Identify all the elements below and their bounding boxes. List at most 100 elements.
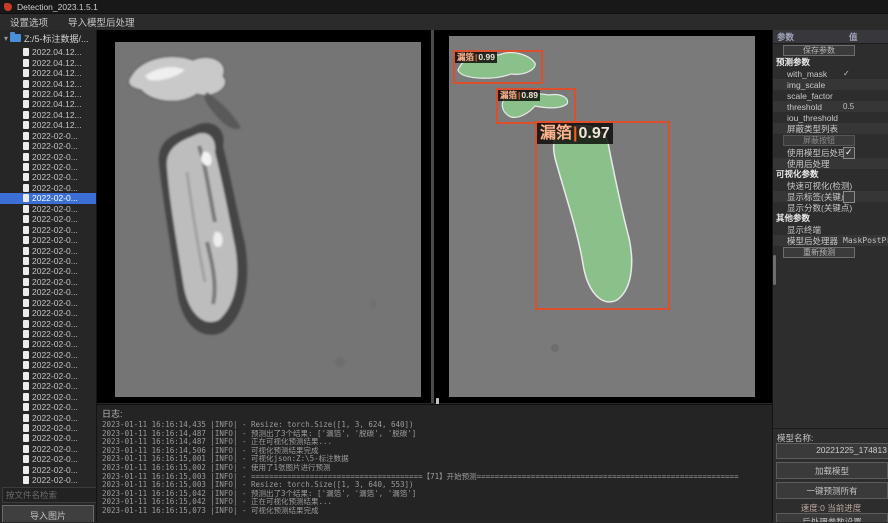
tree-item[interactable]: 2022-02-0... [0,412,96,422]
file-icon [23,361,29,369]
file-icon [23,100,29,108]
row-show-labels-keypoints-value[interactable] [843,191,855,203]
log-title: 日志: [97,405,772,421]
tree-item[interactable]: 2022-02-0... [0,172,96,182]
row-iou-threshold-label: iou_threshold [773,113,838,123]
file-icon [23,393,29,401]
row-iou-threshold[interactable]: iou_threshold [773,112,888,123]
row-show-terminal[interactable]: 显示终端 [773,224,888,235]
tree-item[interactable]: 2022-02-0... [0,391,96,401]
tree-item[interactable]: 2022-02-0... [0,235,96,245]
load-model-button[interactable]: 加载模型 [776,462,888,479]
tree-item[interactable]: 2022-02-0... [0,454,96,464]
file-sidebar: ▾ Z:/5-标注数据/... 2022.04.12...2022.04.12.… [0,30,97,522]
row-scale-factor[interactable]: scale_factor [773,90,888,101]
tree-item[interactable]: 2022-02-0... [0,350,96,360]
tree-item[interactable]: 2022-02-0... [0,465,96,475]
menu-import-model-postprocess[interactable]: 导入模型后处理 [58,15,145,29]
repredict-button[interactable]: 重新预测 [783,247,855,258]
tree-item[interactable]: 2022-02-0... [0,266,96,276]
row-img-scale[interactable]: img_scale [773,79,888,90]
label-separator: | [573,125,577,142]
file-icon [23,132,29,140]
tree-item[interactable]: 2022.04.12... [0,47,96,57]
tree-item[interactable]: 2022-02-0... [0,256,96,266]
menu-settings-options[interactable]: 设置选项 [0,15,58,29]
section-other-params: 其他参数 [773,213,888,224]
tree-item[interactable]: 2022.04.12... [0,120,96,130]
tree-item-label: 2022.04.12... [32,110,82,120]
tree-item[interactable]: 2022-02-0... [0,444,96,454]
detection-label: 漏箔|0.89 [498,90,540,101]
tree-item[interactable]: 2022-02-0... [0,381,96,391]
tree-item[interactable]: 2022-02-0... [0,433,96,443]
tree-item[interactable]: 2022.04.12... [0,68,96,78]
detection-box: 漏箔|0.97 [535,121,670,310]
tree-item[interactable]: 2022-02-0... [0,131,96,141]
file-icon [23,80,29,88]
row-threshold[interactable]: threshold0.5 [773,101,888,112]
row-use-model-postprocess-checkbox[interactable] [843,147,855,159]
model-name-field[interactable]: 20221225_174813 [776,443,888,459]
file-icon [23,153,29,161]
predict-all-button[interactable]: 一键预测所有 [776,482,888,499]
prediction-image-panel[interactable]: 漏箔|0.99 漏箔|0.89 漏箔|0.97 [449,36,755,397]
import-images-button[interactable]: 导入图片 [2,505,94,522]
tree-root[interactable]: ▾ Z:/5-标注数据/... [0,30,96,46]
tree-item-label: 2022.04.12... [32,99,82,109]
file-icon [23,121,29,129]
tree-item[interactable]: 2022-02-0... [0,151,96,161]
tree-item[interactable]: 2022-02-0... [0,287,96,297]
tree-item[interactable]: 2022-02-0... [0,339,96,349]
tree-item[interactable]: 2022-02-0... [0,183,96,193]
tree-item[interactable]: 2022.04.12... [0,57,96,67]
filename-search-input[interactable] [2,487,97,503]
tree-item[interactable]: 2022.04.12... [0,78,96,88]
tree-item[interactable]: 2022-02-0... [0,214,96,224]
tree-item[interactable]: 2022-02-0... [0,277,96,287]
tree-item-label: 2022-02-0... [32,256,78,266]
tree-item[interactable]: 2022-02-0... [0,423,96,433]
tree-item[interactable]: 2022-02-0... [0,308,96,318]
tree-item-label: 2022-02-0... [32,183,78,193]
params-scrollbar[interactable] [773,255,776,285]
tree-item-label: 2022-02-0... [32,141,78,151]
tree-item[interactable]: 2022-02-0... [0,318,96,328]
mask-button[interactable]: 屏蔽按钮 [783,135,855,146]
row-show-labels-keypoints[interactable]: 显示标签(关键点) [773,191,888,202]
row-use-postprocess[interactable]: 使用后处理 [773,158,888,169]
tree-item[interactable]: 2022-02-0... [0,402,96,412]
tree-item-label: 2022-02-0... [32,381,78,391]
tree-item[interactable]: 2022.04.12... [0,110,96,120]
row-mask-type-list-label: 屏蔽类型列表 [773,123,838,135]
tree-item[interactable]: 2022-02-0... [0,298,96,308]
tree-item[interactable]: 2022.04.12... [0,99,96,109]
row-show-labels-keypoints-checkbox[interactable] [843,191,855,203]
postprocess-settings-button[interactable]: 后处理参数设置 [776,513,888,522]
window-title: Detection_2023.1.5.1 [17,2,98,12]
tree-item[interactable]: 2022.04.12... [0,89,96,99]
row-with-mask[interactable]: with_mask✓ [773,68,888,79]
tree-item[interactable]: 2022-02-0... [0,245,96,255]
tree-item[interactable]: 2022-02-0... [0,141,96,151]
tree-item[interactable]: 2022-02-0... [0,475,96,485]
source-image-panel[interactable] [115,42,421,397]
row-model-postprocessor[interactable]: 模型后处理器MaskPostPro [773,235,888,246]
tree-item[interactable]: 2022-02-0... [0,162,96,172]
caret-down-icon[interactable]: ▾ [4,34,8,43]
row-show-scores-keypoints[interactable]: 显示分数(关键点) [773,202,888,213]
row-use-model-postprocess[interactable]: 使用模型后处理 [773,147,888,158]
tree-item[interactable]: 2022-02-0... [0,193,96,203]
tree-item[interactable]: 2022-02-0... [0,204,96,214]
row-mask-type-list[interactable]: 屏蔽类型列表 [773,123,888,134]
row-use-model-postprocess-value[interactable] [843,147,855,159]
row-fast-visualization[interactable]: 快速可视化(检测) [773,180,888,191]
save-params-button[interactable]: 保存参数 [783,45,855,56]
tree-item[interactable]: 2022-02-0... [0,360,96,370]
tree-item[interactable]: 2022-02-0... [0,371,96,381]
tree-item[interactable]: 2022-02-0... [0,329,96,339]
tree-item-label: 2022-02-0... [32,319,78,329]
tree-item-label: 2022-02-0... [32,246,78,256]
tree-item[interactable]: 2022-02-0... [0,224,96,234]
tree-item-label: 2022-02-0... [32,162,78,172]
